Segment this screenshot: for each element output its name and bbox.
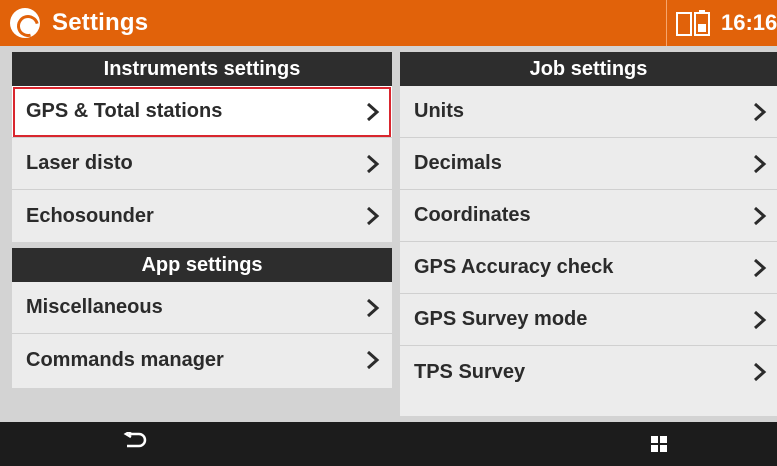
menu-item-label: Laser disto	[26, 152, 133, 174]
status-bar: 16:16	[666, 0, 777, 46]
status-time: 16:16	[721, 10, 777, 35]
chevron-right-icon	[367, 206, 380, 226]
instruments-settings-header: Instruments settings	[12, 52, 392, 86]
menu-item-gps-survey-mode[interactable]: GPS Survey mode	[400, 294, 777, 346]
job-settings-header: Job settings	[400, 52, 777, 86]
app-settings-header: App settings	[12, 248, 392, 282]
menu-item-miscellaneous[interactable]: Miscellaneous	[12, 282, 392, 334]
menu-item-label: GPS Survey mode	[414, 308, 588, 330]
chevron-right-icon	[754, 206, 767, 225]
menu-item-label: Commands manager	[26, 348, 224, 371]
menu-item-label: Miscellaneous	[26, 296, 163, 318]
menu-item-decimals[interactable]: Decimals	[400, 138, 777, 190]
menu-item-tps-survey[interactable]: TPS Survey	[400, 346, 777, 398]
back-icon[interactable]	[120, 430, 150, 458]
navigation-bar	[0, 422, 777, 466]
menu-item-gps-total-stations[interactable]: GPS & Total stations	[12, 86, 392, 138]
settings-content: Instruments settings GPS & Total station…	[0, 46, 777, 422]
settings-screen: Settings 16:16 Instruments settings GPS …	[0, 0, 777, 466]
battery-icon	[675, 8, 715, 38]
menu-item-label: Units	[414, 100, 464, 122]
menu-item-units[interactable]: Units	[400, 86, 777, 138]
menu-item-gps-accuracy-check[interactable]: GPS Accuracy check	[400, 242, 777, 294]
menu-item-label: Decimals	[414, 152, 502, 174]
chevron-right-icon	[367, 102, 380, 121]
app-logo-icon[interactable]	[10, 8, 40, 38]
menu-item-commands-manager[interactable]: Commands manager	[12, 334, 392, 386]
menu-item-label: Echosounder	[26, 204, 154, 227]
menu-item-label: GPS & Total stations	[26, 100, 223, 122]
chevron-right-icon	[754, 102, 767, 121]
menu-item-laser-disto[interactable]: Laser disto	[12, 138, 392, 190]
chevron-right-icon	[754, 362, 767, 382]
menu-item-label: GPS Accuracy check	[414, 256, 614, 278]
menu-item-echosounder[interactable]: Echosounder	[12, 190, 392, 242]
chevron-right-icon	[754, 154, 767, 173]
chevron-right-icon	[367, 154, 380, 173]
status-divider	[666, 0, 667, 46]
menu-item-label: Coordinates	[414, 204, 531, 226]
job-settings-panel: Job settings Units Decimals Coordinates …	[400, 52, 777, 416]
chevron-right-icon	[367, 298, 380, 317]
chevron-right-icon	[367, 350, 380, 370]
instruments-settings-panel: Instruments settings GPS & Total station…	[12, 52, 392, 242]
menu-item-coordinates[interactable]: Coordinates	[400, 190, 777, 242]
chevron-right-icon	[754, 310, 767, 329]
chevron-right-icon	[754, 258, 767, 277]
app-settings-panel: App settings Miscellaneous Commands mana…	[12, 248, 392, 388]
menu-item-label: TPS Survey	[414, 360, 526, 383]
page-title: Settings	[52, 9, 149, 36]
grid-menu-icon[interactable]	[644, 430, 674, 458]
title-bar: Settings 16:16	[0, 0, 777, 46]
